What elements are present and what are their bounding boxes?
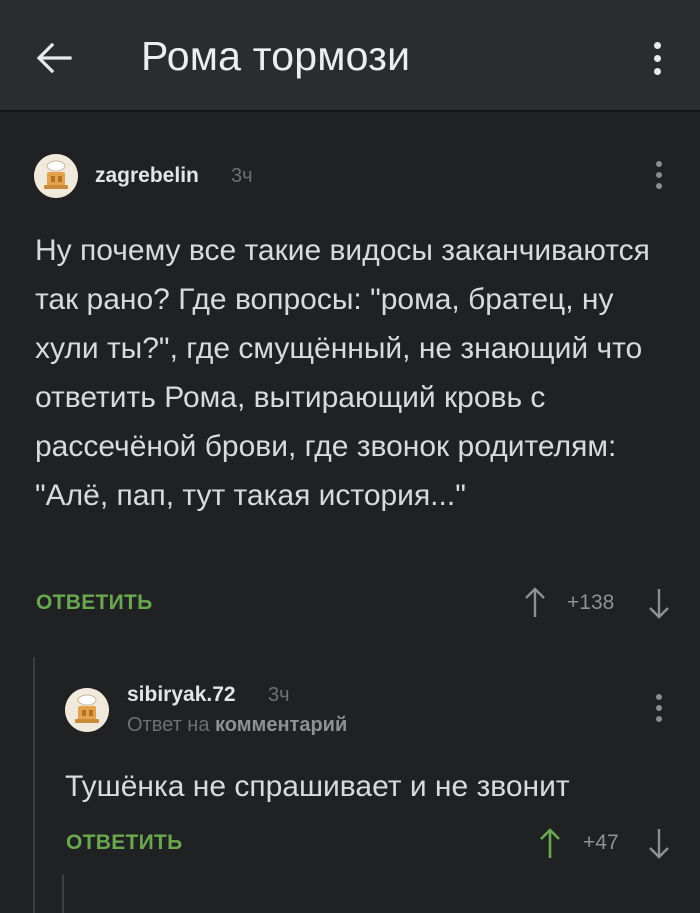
app-bar: Рома тормози (0, 0, 700, 112)
downvote-arrow-icon (649, 829, 669, 859)
upvote-arrow-icon (540, 828, 560, 858)
upvote-button[interactable] (538, 826, 562, 860)
avatar-icon (34, 154, 78, 198)
comment-time: 3ч (268, 684, 290, 706)
nested-thread-line (62, 874, 64, 913)
upvote-button[interactable] (523, 585, 547, 619)
comment-menu-button[interactable] (649, 690, 669, 726)
reply-button[interactable]: ОТВЕТИТЬ (66, 831, 183, 855)
downvote-arrow-icon (649, 589, 669, 619)
downvote-button[interactable] (647, 827, 671, 861)
thread-line (33, 657, 35, 913)
comment-time: 3ч (231, 165, 253, 187)
back-arrow-icon (36, 42, 72, 74)
more-menu-button[interactable] (640, 34, 676, 82)
back-button[interactable] (30, 34, 78, 82)
downvote-button[interactable] (647, 587, 671, 621)
comment-rating: +138 (567, 591, 615, 614)
comment-text: Тушёнка не спрашивает и не звонит (65, 770, 570, 803)
answer-to-line: Ответ на комментарий (127, 714, 347, 737)
comment-username[interactable]: sibiryak.72 (127, 683, 236, 707)
avatar-icon (65, 688, 109, 732)
answer-prefix: Ответ на (127, 714, 210, 736)
page-title: Рома тормози (141, 33, 411, 79)
reply-button[interactable]: ОТВЕТИТЬ (36, 591, 153, 615)
avatar[interactable] (34, 154, 78, 198)
avatar[interactable] (65, 688, 109, 732)
comment-text: Ну почему все такие видосы заканчиваются… (35, 234, 650, 512)
comment-rating: +47 (583, 831, 619, 854)
answer-target-link[interactable]: комментарий (215, 714, 347, 736)
comment-username[interactable]: zagrebelin (95, 164, 199, 188)
upvote-arrow-icon (525, 587, 545, 617)
comment-menu-button[interactable] (649, 157, 669, 193)
